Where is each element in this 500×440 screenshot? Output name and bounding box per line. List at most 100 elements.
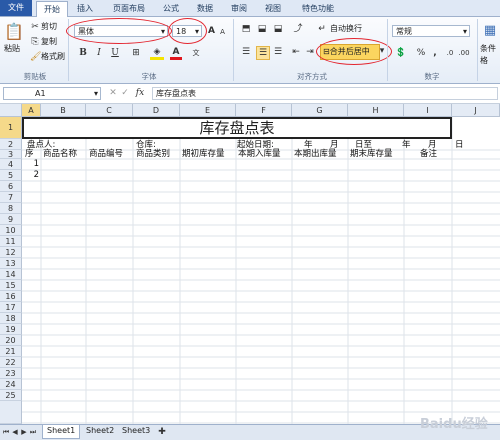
row-header[interactable]: 25 <box>0 390 22 401</box>
row-header[interactable]: 12 <box>0 247 22 258</box>
row-header[interactable]: 17 <box>0 302 22 313</box>
select-all-corner[interactable] <box>0 104 22 117</box>
column-header[interactable]: A <box>22 104 41 117</box>
column-header[interactable]: H <box>348 104 404 117</box>
sequence-cell[interactable]: 1 <box>22 159 39 170</box>
cut-button[interactable]: 剪切 <box>41 21 57 33</box>
tab-formulas[interactable]: 公式 <box>158 1 184 16</box>
currency-icon[interactable]: 💲 <box>394 47 408 59</box>
row-header[interactable]: 1 <box>0 117 22 139</box>
sequence-cell[interactable]: 2 <box>22 170 39 181</box>
tab-file[interactable]: 文件 <box>0 0 32 16</box>
row-header[interactable]: 8 <box>0 203 22 214</box>
header-cell[interactable]: 商品名称 <box>43 149 77 160</box>
row-header[interactable]: 11 <box>0 236 22 247</box>
paste-icon[interactable]: 📋 <box>4 21 24 43</box>
row-header[interactable]: 7 <box>0 192 22 203</box>
row-header[interactable]: 2 <box>0 139 22 150</box>
row-header[interactable]: 4 <box>0 159 22 170</box>
formula-input[interactable]: 库存盘点表 <box>152 87 498 100</box>
align-middle-icon[interactable]: ⬓ <box>256 23 268 35</box>
copy-icon[interactable]: ⎘ <box>30 36 40 48</box>
copy-button[interactable]: 复制 <box>41 36 57 48</box>
percent-button[interactable]: % <box>416 47 426 59</box>
column-header[interactable]: J <box>452 104 500 117</box>
underline-button[interactable]: U <box>110 47 120 59</box>
insert-sheet-icon[interactable]: ✚ <box>156 426 168 438</box>
grow-font-icon[interactable]: A <box>207 25 216 37</box>
conditional-format-icon[interactable]: ▦ <box>482 23 498 39</box>
phonetic-icon[interactable]: 文 <box>190 47 202 59</box>
row-header[interactable]: 9 <box>0 214 22 225</box>
wrap-text-icon[interactable]: ↵ <box>316 23 328 35</box>
header-cell[interactable]: 期末库存量 <box>350 149 393 160</box>
align-center-icon[interactable]: ☰ <box>256 46 270 60</box>
align-bottom-icon[interactable]: ⬓ <box>272 23 284 35</box>
tab-view[interactable]: 视图 <box>260 1 286 16</box>
conditional-format-button[interactable]: 条件格 <box>480 43 500 67</box>
row-header[interactable]: 14 <box>0 269 22 280</box>
row-header[interactable]: 13 <box>0 258 22 269</box>
column-header[interactable]: D <box>133 104 180 117</box>
header-cell[interactable]: 备注 <box>420 149 437 160</box>
paste-button[interactable]: 粘贴 <box>4 43 20 55</box>
insert-function-button[interactable]: fx <box>133 87 147 99</box>
column-header[interactable]: G <box>292 104 348 117</box>
row-header[interactable]: 6 <box>0 181 22 192</box>
tab-home[interactable]: 开始 <box>36 1 68 17</box>
orientation-icon[interactable]: ⤴ <box>290 23 306 35</box>
tab-data[interactable]: 数据 <box>192 1 218 16</box>
tab-special[interactable]: 特色功能 <box>294 1 342 16</box>
fill-color-icon[interactable]: ◈ <box>150 47 164 60</box>
italic-button[interactable]: I <box>94 47 104 59</box>
increase-decimal-icon[interactable]: .0 <box>444 47 456 59</box>
enter-icon[interactable]: ✓ <box>120 87 130 99</box>
cancel-icon[interactable]: ✕ <box>108 87 118 99</box>
prev-sheet-icon[interactable]: ◀ <box>11 426 19 438</box>
shrink-font-icon[interactable]: A <box>218 26 227 38</box>
last-sheet-icon[interactable]: ⏭ <box>29 426 37 438</box>
row-header[interactable]: 23 <box>0 368 22 379</box>
worksheet-grid[interactable]: A B C D E F G H I J 1 2 3 4 5 6 7 8 9 10… <box>0 104 500 424</box>
column-header[interactable]: B <box>41 104 86 117</box>
decrease-indent-icon[interactable]: ⇤ <box>290 46 302 58</box>
column-header[interactable]: I <box>404 104 452 117</box>
bold-button[interactable]: B <box>78 47 88 59</box>
align-top-icon[interactable]: ⬒ <box>240 23 252 35</box>
next-sheet-icon[interactable]: ▶ <box>20 426 28 438</box>
increase-indent-icon[interactable]: ⇥ <box>304 46 316 58</box>
sheet-tab-sheet1[interactable]: Sheet1 <box>42 425 81 439</box>
sheet-tab-sheet3[interactable]: Sheet3 <box>118 425 154 438</box>
column-header[interactable]: C <box>86 104 133 117</box>
tab-review[interactable]: 审阅 <box>226 1 252 16</box>
tab-page-layout[interactable]: 页面布局 <box>106 1 152 16</box>
comma-button[interactable]: , <box>430 47 440 59</box>
row-header[interactable]: 18 <box>0 313 22 324</box>
row-header[interactable]: 22 <box>0 357 22 368</box>
header-cell[interactable]: 商品类别 <box>136 149 170 160</box>
row-header[interactable]: 19 <box>0 324 22 335</box>
borders-icon[interactable]: ⊞ <box>130 47 142 59</box>
header-cell[interactable]: 期初库存量 <box>182 149 225 160</box>
row-header[interactable]: 5 <box>0 170 22 181</box>
column-header[interactable]: F <box>236 104 292 117</box>
row-header[interactable]: 20 <box>0 335 22 346</box>
name-box[interactable]: A1 ▾ <box>3 87 101 100</box>
number-format-select[interactable]: 常规 ▾ <box>392 25 470 37</box>
sheet-tab-sheet2[interactable]: Sheet2 <box>82 425 118 438</box>
wrap-text-button[interactable]: 自动换行 <box>330 23 362 35</box>
row-header[interactable]: 16 <box>0 291 22 302</box>
row-header[interactable]: 10 <box>0 225 22 236</box>
format-painter-icon[interactable]: 🖌 <box>30 51 41 63</box>
header-cell[interactable]: 商品编号 <box>89 149 123 160</box>
row-header[interactable]: 3 <box>0 150 22 159</box>
title-cell[interactable]: 库存盘点表 <box>22 117 452 139</box>
row-header[interactable]: 24 <box>0 379 22 390</box>
header-cell[interactable]: 本期出库量 <box>294 149 337 160</box>
column-header[interactable]: E <box>180 104 236 117</box>
decrease-decimal-icon[interactable]: .00 <box>458 47 470 59</box>
font-color-icon[interactable]: A <box>170 47 182 60</box>
align-right-icon[interactable]: ☰ <box>272 46 284 58</box>
first-sheet-icon[interactable]: ⏮ <box>2 426 10 438</box>
cell-label[interactable]: 日 <box>455 140 464 151</box>
